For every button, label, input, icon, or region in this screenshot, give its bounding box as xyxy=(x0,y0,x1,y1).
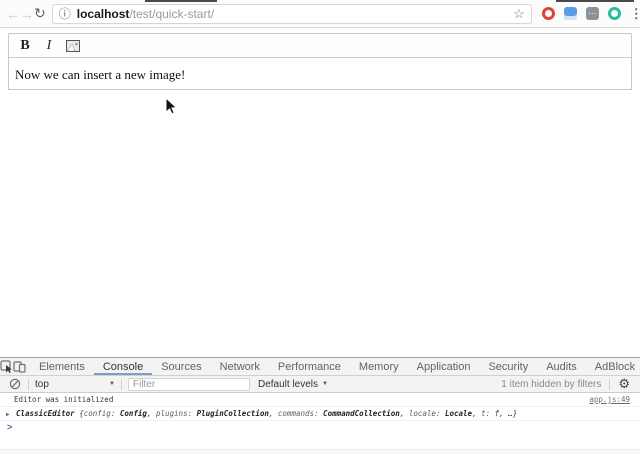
tab-console[interactable]: Console xyxy=(94,358,152,375)
tab-memory[interactable]: Memory xyxy=(350,358,408,375)
console-message: ▶ ClassicEditor {config: Config, plugins… xyxy=(0,407,640,421)
url-path: /test/quick-start/ xyxy=(129,7,214,21)
mouse-cursor xyxy=(165,97,178,116)
bookmark-star-icon[interactable]: ☆ xyxy=(513,7,525,20)
log-levels-selector[interactable]: Default levels ▼ xyxy=(258,379,328,390)
info-icon[interactable]: ⓘ xyxy=(59,8,71,20)
divider xyxy=(121,379,122,390)
bold-button[interactable]: B xyxy=(15,36,35,56)
tab-sources[interactable]: Sources xyxy=(152,358,210,375)
tab-security[interactable]: Security xyxy=(479,358,537,375)
console-message: Editor was initialized app.js:49 xyxy=(0,393,640,407)
preview-segment: { xyxy=(75,409,84,418)
preview-segment: f xyxy=(490,409,499,418)
tab-adblock[interactable]: AdBlock xyxy=(586,358,640,375)
refresh-button[interactable]: ↻ xyxy=(34,4,46,24)
hidden-items-note: 1 item hidden by filters xyxy=(501,379,601,390)
extensions-row: ⋯ xyxy=(542,7,621,20)
url-domain: localhost xyxy=(77,7,130,21)
filter-input[interactable] xyxy=(128,378,250,391)
object-preview: ClassicEditor {config: Config, plugins: … xyxy=(16,409,517,418)
tab-audits[interactable]: Audits xyxy=(537,358,586,375)
expand-triangle-icon[interactable]: ▶ xyxy=(6,410,10,419)
tab-performance[interactable]: Performance xyxy=(269,358,350,375)
italic-button[interactable]: I xyxy=(39,36,59,56)
preview-segment: plugins: xyxy=(151,409,192,418)
tab-network[interactable]: Network xyxy=(211,358,269,375)
preview-segment: config: xyxy=(84,409,116,418)
editor-content[interactable]: Now we can insert a new image! xyxy=(8,58,632,90)
image-icon xyxy=(66,40,80,52)
context-selector[interactable]: top ▼ xyxy=(35,379,115,390)
tab-elements[interactable]: Elements xyxy=(30,358,94,375)
forward-button[interactable]: → xyxy=(20,4,34,24)
preview-segment: Locale xyxy=(440,409,472,418)
preview-segment: t: xyxy=(477,409,491,418)
tab-bar-fragment xyxy=(145,0,217,2)
console-prompt-icon: > xyxy=(7,423,12,432)
editor-toolbar: B I xyxy=(8,33,632,58)
console-messages: Editor was initialized app.js:49 ▶ Class… xyxy=(0,393,640,454)
preview-segment: PluginCollection xyxy=(192,409,269,418)
back-button[interactable]: ← xyxy=(6,4,20,24)
preview-segment: locale: xyxy=(404,409,440,418)
refresh-icon: ↻ xyxy=(34,5,46,22)
editor-paragraph[interactable]: Now we can insert a new image! xyxy=(15,67,625,83)
browser-window: ← → ↻ ⓘ localhost/test/quick-start/ ☆ ⋯ … xyxy=(0,0,640,454)
preview-segment: Config xyxy=(115,409,147,418)
extension-icon-blue[interactable] xyxy=(564,7,577,20)
devtools-panel: Elements Console Sources Network Perform… xyxy=(0,357,640,454)
divider xyxy=(28,379,29,390)
url-text: localhost/test/quick-start/ xyxy=(77,7,214,21)
back-icon: ← xyxy=(6,6,20,22)
preview-segment: commands: xyxy=(273,409,318,418)
browser-menu-icon[interactable]: ⋮ xyxy=(630,6,640,22)
preview-segment: CommandCollection xyxy=(319,409,400,418)
console-message-text: Editor was initialized xyxy=(14,395,113,404)
inspect-element-icon[interactable] xyxy=(0,358,13,375)
clear-console-icon[interactable] xyxy=(4,378,26,390)
rich-text-editor: B I Now we can insert a new image! xyxy=(8,33,632,90)
console-input[interactable] xyxy=(18,424,626,433)
address-bar[interactable]: ⓘ localhost/test/quick-start/ ☆ xyxy=(52,4,532,24)
extension-icon-green[interactable] xyxy=(608,7,621,20)
chevron-down-icon: ▼ xyxy=(322,381,328,387)
status-bar xyxy=(0,449,640,454)
insert-image-button[interactable] xyxy=(63,36,83,56)
chevron-down-icon: ▼ xyxy=(109,381,115,387)
devtools-tab-bar: Elements Console Sources Network Perform… xyxy=(0,358,640,376)
log-levels-label: Default levels xyxy=(258,379,318,390)
forward-icon: → xyxy=(20,6,34,22)
settings-gear-icon[interactable]: ⚙ xyxy=(618,376,630,392)
browser-toolbar: ← → ↻ ⓘ localhost/test/quick-start/ ☆ ⋯ … xyxy=(0,0,640,28)
preview-segment: ClassicEditor xyxy=(16,409,75,418)
console-toolbar: top ▼ Default levels ▼ 1 item hidden by … xyxy=(0,376,640,393)
tab-application[interactable]: Application xyxy=(408,358,480,375)
console-prompt-row[interactable]: > xyxy=(0,421,640,435)
page-content: B I Now we can insert a new image! xyxy=(0,28,640,357)
tab-bar-fragment xyxy=(556,0,634,2)
extension-icon-gray[interactable]: ⋯ xyxy=(586,7,599,20)
context-selector-label: top xyxy=(35,379,49,390)
source-link[interactable]: app.js:49 xyxy=(589,395,630,404)
divider xyxy=(609,379,610,390)
extension-icon-red[interactable] xyxy=(542,7,555,20)
preview-segment: , …} xyxy=(499,409,517,418)
device-toolbar-icon[interactable] xyxy=(13,358,26,375)
